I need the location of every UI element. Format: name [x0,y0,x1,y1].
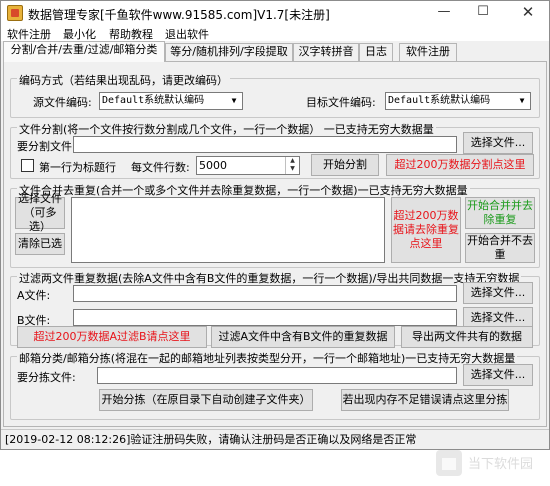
tab-pinyin[interactable]: 汉字转拼音 [293,43,359,61]
first-row-title-checkbox[interactable] [21,159,34,172]
file-b-input[interactable] [73,309,457,326]
filter-a-by-b-button[interactable]: 过滤A文件中含有B文件的重复数据 [211,326,395,348]
merge-group: 文件合并去重复(合并一个或多个文件并去除重复数据，一行一个数据)一已支持无穷大数… [10,182,540,268]
filter-over-2m-button[interactable]: 超过200万数据A过滤B请点这里 [17,326,207,348]
chevron-down-icon: ▼ [519,96,525,105]
window-title: 数据管理专家[千鱼软件www.91585.com]V1.7[未注册] [28,8,330,22]
spin-arrows-icon[interactable]: ▲ ▼ [285,157,299,174]
encoding-group-title: 编码方式（若结果出现乱码，请更改编码） [17,72,230,88]
menu-exit[interactable]: 退出软件 [165,26,209,42]
merge-select-files-button[interactable]: 选择文件（可多选） [15,192,65,233]
merge-file-list[interactable] [71,197,385,263]
menu-register[interactable]: 软件注册 [7,26,51,42]
tab-panel: 编码方式（若结果出现乱码，请更改编码） 源文件编码: Default系统默认编码… [3,61,547,476]
app-logo-icon [7,5,23,21]
email-group-title: 邮箱分类/邮箱分拣(将混在一起的邮箱地址列表按类型分开，一行一个邮箱地址)一已支… [17,350,518,366]
merge-no-dedup-button[interactable]: 开始合并不去重 [465,233,535,263]
app-window: 数据管理专家[千鱼软件www.91585.com]V1.7[未注册] — ☐ ✕… [0,0,550,476]
tab-log[interactable]: 日志 [359,43,393,61]
merge-dedup-button[interactable]: 开始合并并去除重复 [465,197,535,229]
rows-per-file-label: 每文件行数: [131,161,190,174]
start-split-button[interactable]: 开始分割 [311,154,379,176]
email-group: 邮箱分类/邮箱分拣(将混在一起的邮箱地址列表按类型分开，一行一个邮箱地址)一已支… [10,350,540,420]
tab-split-merge[interactable]: 分割/合并/去重/过滤/邮箱分类 [3,41,165,62]
menu-bar: 软件注册 最小化 帮助教程 退出软件 [1,25,549,41]
filter-group-title: 过滤两文件重复数据(去除A文件中含有B文件的重复数据，一行一个数据)/导出共同数… [17,270,522,286]
maximize-icon[interactable]: ☐ [466,1,500,25]
file-a-label: A文件: [17,289,51,302]
start-sort-button[interactable]: 开始分拣（在原目录下自动创建子文件夹） [99,389,313,411]
rows-per-file-stepper[interactable]: 5000 ▲ ▼ [196,156,300,175]
menu-help[interactable]: 帮助教程 [109,26,153,42]
watermark-logo: 当下软件园 [436,450,533,476]
chevron-down-icon: ▼ [231,96,237,105]
menu-minimize[interactable]: 最小化 [63,26,96,42]
source-encoding-select[interactable]: Default系统默认编码 ▼ [99,92,243,110]
export-common-button[interactable]: 导出两文件共有的数据 [401,326,533,348]
watermark-text: 当下软件园 [468,456,533,471]
filter-group: 过滤两文件重复数据(去除A文件中含有B文件的重复数据，一行一个数据)/导出共同数… [10,270,540,348]
target-encoding-select[interactable]: Default系统默认编码 ▼ [385,92,531,110]
merge-group-title: 文件合并去重复(合并一个或多个文件并去除重复数据，一行一个数据)一已支持无穷大数… [17,182,470,198]
tab-equal-random[interactable]: 等分/随机排列/字段提取 [165,43,293,61]
merge-clear-button[interactable]: 清除已选 [15,233,65,255]
sort-memory-error-button[interactable]: 若出现内存不足错误请点这里分拣 [341,389,509,411]
email-file-label: 要分拣文件: [17,371,76,384]
split-group-title: 文件分割(将一个文件按行数分割成几个文件，一行一个数据） 一已支持无穷大数据量 [17,121,436,137]
status-text: [2019-02-12 08:12:26]验证注册码失败，请确认注册码是否正确以… [5,433,417,446]
first-row-title-label: 第一行为标题行 [39,161,116,174]
status-bar: [2019-02-12 08:12:26]验证注册码失败，请确认注册码是否正确以… [1,429,549,449]
rows-per-file-value: 5000 [199,159,227,172]
split-group: 文件分割(将一个文件按行数分割成几个文件，一行一个数据） 一已支持无穷大数据量 … [10,121,540,179]
split-file-label: 要分割文件: [17,140,76,153]
email-select-file-button[interactable]: 选择文件... [463,364,533,386]
minimize-icon[interactable]: — [427,1,461,25]
close-icon[interactable]: ✕ [511,1,545,25]
source-encoding-label: 源文件编码: [33,96,92,109]
filter-select-a-button[interactable]: 选择文件... [463,282,533,304]
encoding-group: 编码方式（若结果出现乱码，请更改编码） 源文件编码: Default系统默认编码… [10,72,540,118]
split-select-file-button[interactable]: 选择文件... [463,132,533,154]
tab-bar: 分割/合并/去重/过滤/邮箱分类 等分/随机排列/字段提取 汉字转拼音 日志 软… [1,41,549,62]
source-encoding-value: Default系统默认编码 [102,95,205,106]
email-file-input[interactable] [97,367,457,384]
tab-register[interactable]: 软件注册 [399,43,457,61]
title-bar[interactable]: 数据管理专家[千鱼软件www.91585.com]V1.7[未注册] — ☐ ✕ [1,1,549,25]
target-encoding-value: Default系统默认编码 [388,95,491,106]
split-over-2m-button[interactable]: 超过200万数据分割点这里 [386,154,534,176]
split-file-input[interactable] [73,136,457,153]
merge-over-2m-button[interactable]: 超过200万数据请去除重复点这里 [391,197,461,263]
file-a-input[interactable] [73,285,457,302]
target-encoding-label: 目标文件编码: [306,96,376,109]
